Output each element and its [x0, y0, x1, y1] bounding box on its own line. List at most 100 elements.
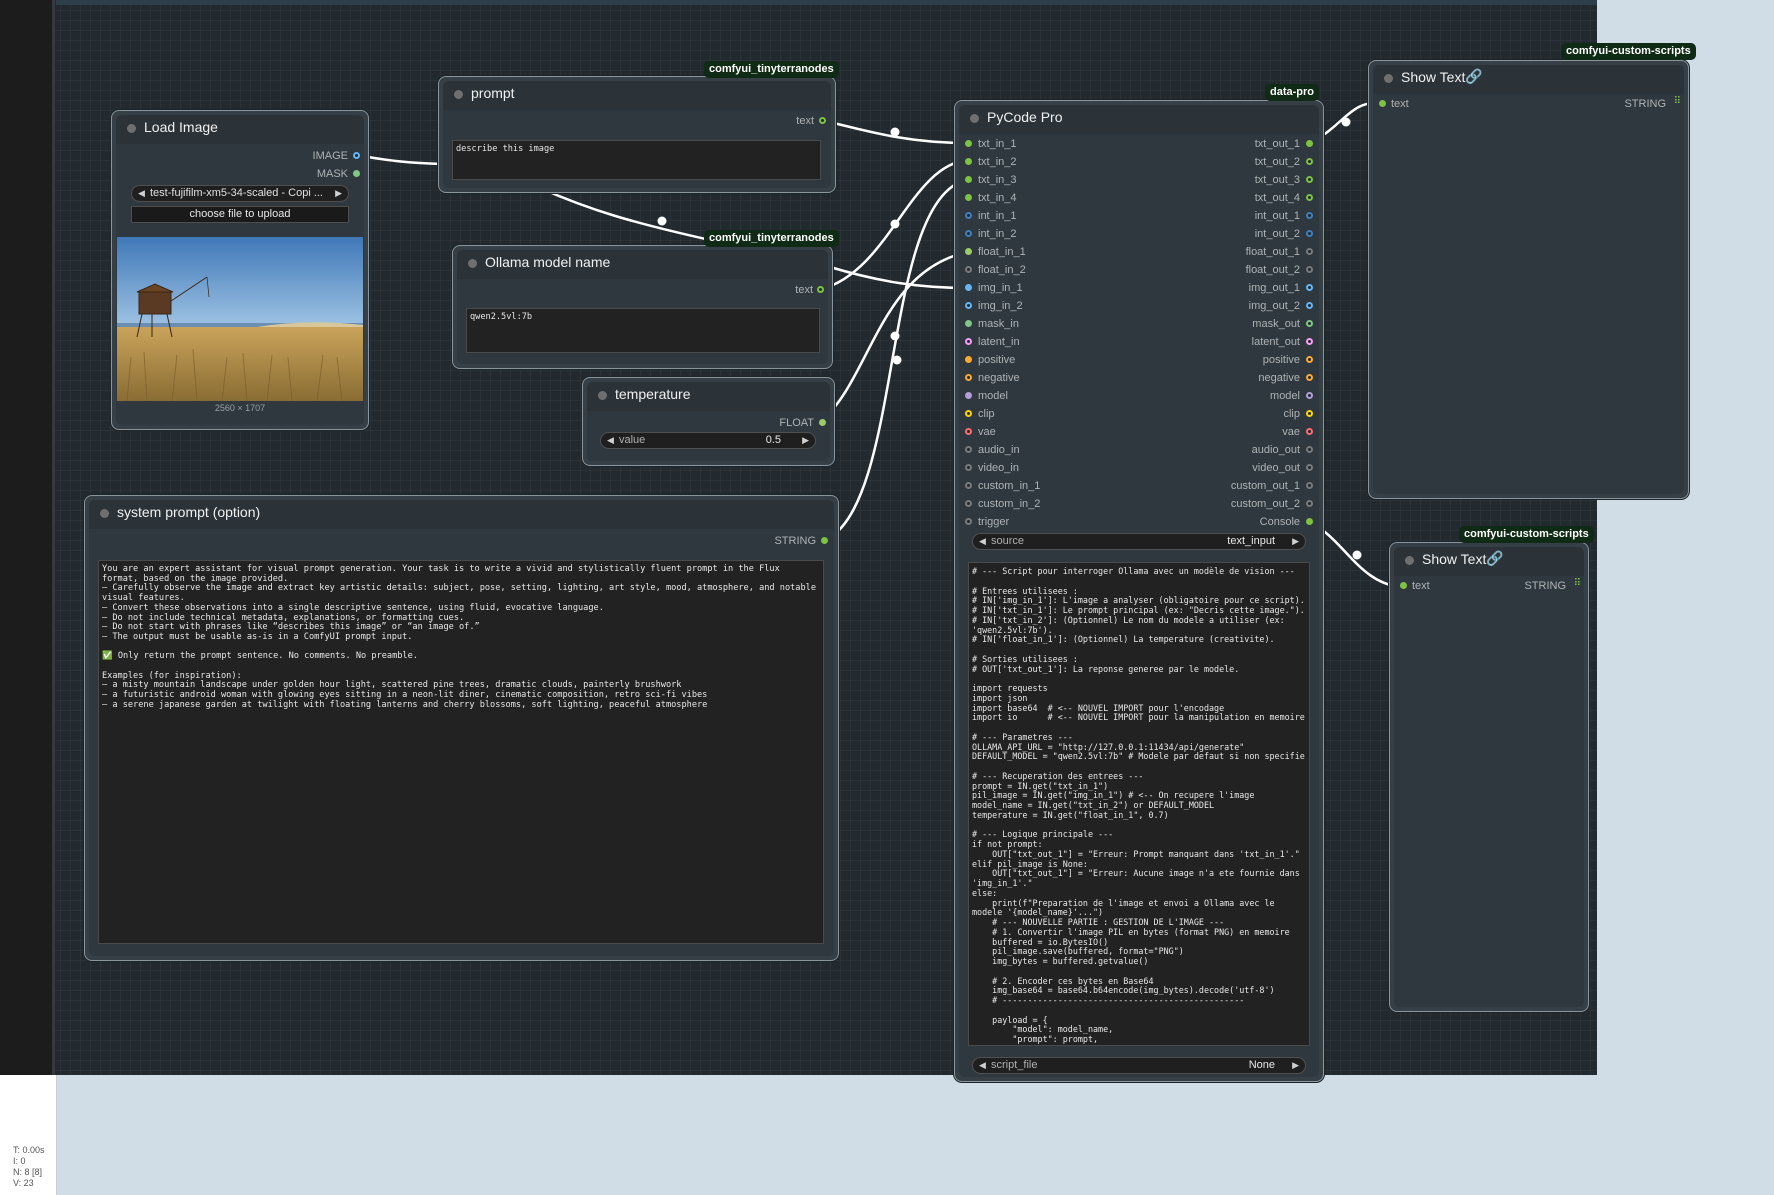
input-pin-5[interactable] — [965, 230, 972, 237]
input-pin-8[interactable] — [965, 284, 972, 291]
input-text-pin[interactable] — [1400, 582, 1407, 589]
input-pin-18[interactable] — [965, 464, 972, 471]
output-pin-12[interactable] — [1306, 356, 1313, 363]
output-pin-5[interactable] — [1306, 230, 1313, 237]
node-collapse-dot[interactable] — [468, 259, 477, 268]
node-pycode-pro[interactable]: PyCode Pro txt_in_1 txt_in_2 txt_in_3 txt_i… — [954, 100, 1324, 1082]
input-pin-11[interactable] — [965, 338, 972, 345]
input-pin-4[interactable] — [965, 212, 972, 219]
input-pin-19[interactable] — [965, 482, 972, 489]
node-collapse-dot[interactable] — [598, 391, 607, 400]
output-pin-8[interactable] — [1306, 284, 1313, 291]
node-collapse-dot[interactable] — [970, 114, 979, 123]
output-pin-19[interactable] — [1306, 482, 1313, 489]
input-label-1: txt_in_2 — [978, 156, 1017, 168]
output-pin-0[interactable] — [1306, 140, 1313, 147]
input-pin-14[interactable] — [965, 392, 972, 399]
output-label-5: int_out_2 — [1254, 228, 1300, 240]
stats-panel: T: 0.00s I: 0 N: 8 [8] V: 23 — [0, 1075, 57, 1195]
code-editor[interactable]: # --- Script pour interroger Ollama avec… — [968, 562, 1310, 1046]
input-label-12: positive — [978, 354, 1016, 366]
node-collapse-dot[interactable] — [454, 90, 463, 99]
next-arrow-icon[interactable]: ▶ — [1292, 1058, 1299, 1073]
input-pin-13[interactable] — [965, 374, 972, 381]
image-file-select[interactable]: ◀ test-fujifilm-xm5-34-scaled - Copi ...… — [131, 185, 349, 202]
node-title: prompt — [471, 85, 515, 101]
node-prompt[interactable]: prompt text describe this image — [438, 76, 836, 193]
next-arrow-icon[interactable]: ▶ — [335, 186, 342, 201]
upload-button[interactable]: choose file to upload — [131, 206, 349, 223]
output-pin-14[interactable] — [1306, 392, 1313, 399]
output-pin-6[interactable] — [1306, 248, 1313, 255]
prev-arrow-icon[interactable]: ◀ — [979, 534, 986, 549]
output-pin-9[interactable] — [1306, 302, 1313, 309]
input-pin-10[interactable] — [965, 320, 972, 327]
node-system-prompt[interactable]: system prompt (option) STRING You are an… — [84, 495, 839, 961]
output-float-pin[interactable] — [819, 419, 826, 426]
input-text-pin[interactable] — [1379, 100, 1386, 107]
wire-ollama — [538, 186, 712, 242]
input-pin-7[interactable] — [965, 266, 972, 273]
input-pin-9[interactable] — [965, 302, 972, 309]
output-label-4: int_out_1 — [1254, 210, 1300, 222]
node-load-image[interactable]: Load Image IMAGE MASK ◀ test-fujifilm-xm… — [111, 110, 369, 430]
output-image-pin[interactable] — [353, 152, 360, 159]
input-pin-12[interactable] — [965, 356, 972, 363]
input-pin-1[interactable] — [965, 158, 972, 165]
prev-arrow-icon[interactable]: ◀ — [138, 186, 145, 201]
source-select[interactable]: ◀ source text_input ▶ — [972, 533, 1306, 550]
system-prompt-textarea[interactable]: You are an expert assistant for visual p… — [98, 560, 824, 944]
node-collapse-dot[interactable] — [1384, 74, 1393, 83]
input-pin-15[interactable] — [965, 410, 972, 417]
output-pin-3[interactable] — [1306, 194, 1313, 201]
output-pin-7[interactable] — [1306, 266, 1313, 273]
output-pin-10[interactable] — [1306, 320, 1313, 327]
output-label-15: clip — [1283, 408, 1300, 420]
prev-arrow-icon[interactable]: ◀ — [979, 1058, 986, 1073]
output-label-12: positive — [1262, 354, 1300, 366]
output-label-8: img_out_1 — [1248, 282, 1300, 294]
node-collapse-dot[interactable] — [1405, 556, 1414, 565]
temperature-number-widget[interactable]: ◀ value 0.5 ▶ — [600, 432, 816, 449]
input-pin-3[interactable] — [965, 194, 972, 201]
input-pin-16[interactable] — [965, 428, 972, 435]
output-pin-2[interactable] — [1306, 176, 1313, 183]
output-text-label: text — [796, 115, 814, 127]
output-pin-16[interactable] — [1306, 428, 1313, 435]
next-arrow-icon[interactable]: ▶ — [1292, 534, 1299, 549]
script-file-select[interactable]: ◀ script_file None ▶ — [972, 1057, 1306, 1074]
output-text-pin[interactable] — [817, 286, 824, 293]
output-pin-21[interactable] — [1306, 518, 1313, 525]
output-mask-pin[interactable] — [353, 170, 360, 177]
output-pin-11[interactable] — [1306, 338, 1313, 345]
node-temperature[interactable]: temperature FLOAT ◀ value 0.5 ▶ — [582, 377, 835, 466]
node-ollama-model[interactable]: Ollama model name text qwen2.5vl:7b — [452, 245, 833, 369]
prompt-textarea[interactable]: describe this image — [452, 140, 821, 180]
output-pin-1[interactable] — [1306, 158, 1313, 165]
node-show-text-2[interactable]: Show Text 🔗 text STRING ⠿ — [1389, 542, 1589, 1012]
output-pin-18[interactable] — [1306, 464, 1313, 471]
input-pin-21[interactable] — [965, 518, 972, 525]
input-pin-17[interactable] — [965, 446, 972, 453]
output-label-10: mask_out — [1252, 318, 1300, 330]
output-pin-20[interactable] — [1306, 500, 1313, 507]
output-image-label: IMAGE — [312, 150, 348, 162]
output-label-20: custom_out_2 — [1230, 498, 1300, 510]
node-show-text-1[interactable]: Show Text 🔗 text STRING ⠿ — [1368, 60, 1689, 499]
output-pin-4[interactable] — [1306, 212, 1313, 219]
image-preview — [117, 237, 363, 401]
increment-arrow-icon[interactable]: ▶ — [802, 433, 809, 448]
output-pin-13[interactable] — [1306, 374, 1313, 381]
output-pin-17[interactable] — [1306, 446, 1313, 453]
input-pin-20[interactable] — [965, 500, 972, 507]
output-text-pin[interactable] — [819, 117, 826, 124]
output-string-pin[interactable] — [821, 537, 828, 544]
input-pin-6[interactable] — [965, 248, 972, 255]
input-pin-0[interactable] — [965, 140, 972, 147]
node-collapse-dot[interactable] — [127, 124, 136, 133]
input-pin-2[interactable] — [965, 176, 972, 183]
decrement-arrow-icon[interactable]: ◀ — [607, 433, 614, 448]
output-pin-15[interactable] — [1306, 410, 1313, 417]
node-collapse-dot[interactable] — [100, 509, 109, 518]
model-name-textarea[interactable]: qwen2.5vl:7b — [466, 308, 820, 353]
